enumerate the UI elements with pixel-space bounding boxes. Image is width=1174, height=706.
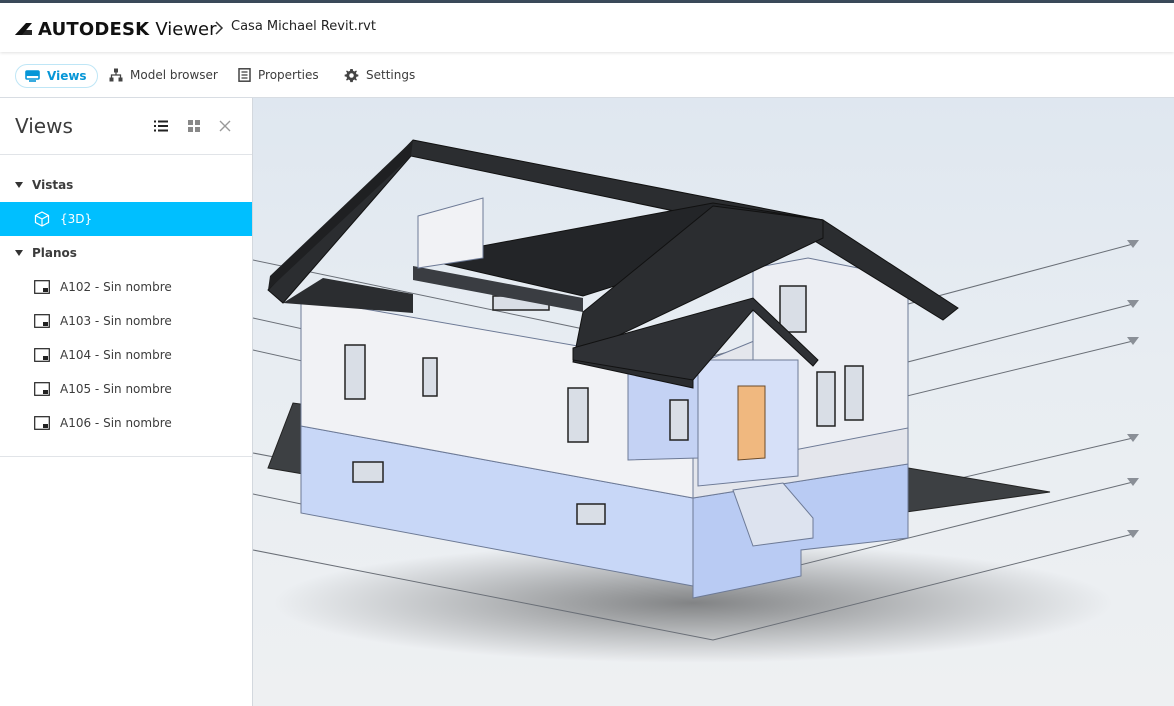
list-icon [154, 120, 168, 132]
hierarchy-icon [109, 68, 123, 82]
panel-divider [0, 456, 252, 457]
document-icon [238, 68, 251, 82]
tab-views-label: Views [47, 69, 87, 83]
breadcrumb-file-name[interactable]: Casa Michael Revit.rvt [231, 19, 376, 34]
tree-group-planos[interactable]: Planos [0, 236, 252, 270]
grid-icon [188, 120, 200, 132]
panel-title: Views [15, 114, 73, 138]
sheet-icon [34, 416, 50, 430]
tree-item-label: A102 - Sin nombre [60, 280, 172, 294]
tree-item-label: A105 - Sin nombre [60, 382, 172, 396]
monitor-icon [25, 70, 40, 82]
tab-model-browser-label: Model browser [130, 68, 218, 82]
grid-view-button[interactable] [184, 116, 204, 136]
panel-divider [0, 154, 252, 155]
sheet-icon [34, 382, 50, 396]
close-icon [219, 120, 231, 132]
autodesk-logo[interactable]: AUTODESK Viewer [14, 18, 217, 40]
sheet-icon [34, 280, 50, 294]
tree-item-label: {3D} [60, 212, 93, 226]
tab-settings[interactable]: Settings [344, 64, 415, 86]
tree-item-label: A103 - Sin nombre [60, 314, 172, 328]
caret-down-icon [15, 182, 23, 188]
tree-item-sheet-a103[interactable]: A103 - Sin nombre [0, 304, 252, 338]
tab-views[interactable]: Views [15, 64, 98, 88]
house-model-render [253, 139, 1139, 663]
tree-item-label: A104 - Sin nombre [60, 348, 172, 362]
tab-settings-label: Settings [366, 68, 416, 82]
tab-model-browser[interactable]: Model browser [109, 64, 218, 86]
tab-properties[interactable]: Properties [238, 64, 319, 86]
gear-icon [344, 68, 359, 82]
tab-properties-label: Properties [258, 68, 319, 82]
tree-item-sheet-a105[interactable]: A105 - Sin nombre [0, 372, 252, 406]
3d-viewport[interactable] [253, 98, 1174, 706]
tree-item-label: A106 - Sin nombre [60, 416, 172, 430]
brand-name: AUTODESK [38, 18, 150, 40]
close-panel-button[interactable] [215, 116, 235, 136]
product-name: Viewer [155, 18, 217, 40]
tree-group-label: Vistas [32, 178, 74, 192]
tree-item-sheet-a102[interactable]: A102 - Sin nombre [0, 270, 252, 304]
sheet-icon [34, 348, 50, 362]
tree-item-3d-view[interactable]: {3D} [0, 202, 252, 236]
tree-item-sheet-a106[interactable]: A106 - Sin nombre [0, 406, 252, 440]
app-header: AUTODESK Viewer Casa Michael Revit.rvt [0, 3, 1174, 52]
caret-down-icon [15, 250, 23, 256]
sheet-icon [34, 314, 50, 328]
list-view-button[interactable] [151, 116, 171, 136]
tree-group-label: Planos [32, 246, 77, 260]
views-panel: Views Vistas {3D} Planos A102 - Sin nomb… [0, 98, 253, 706]
chevron-right-icon [215, 21, 224, 35]
tree-item-sheet-a104[interactable]: A104 - Sin nombre [0, 338, 252, 372]
panel-toolbar: Views Model browser Properties Settings [0, 52, 1174, 98]
autodesk-mark-icon [15, 23, 32, 35]
cube-icon [34, 211, 50, 227]
tree-group-vistas[interactable]: Vistas [0, 168, 252, 202]
